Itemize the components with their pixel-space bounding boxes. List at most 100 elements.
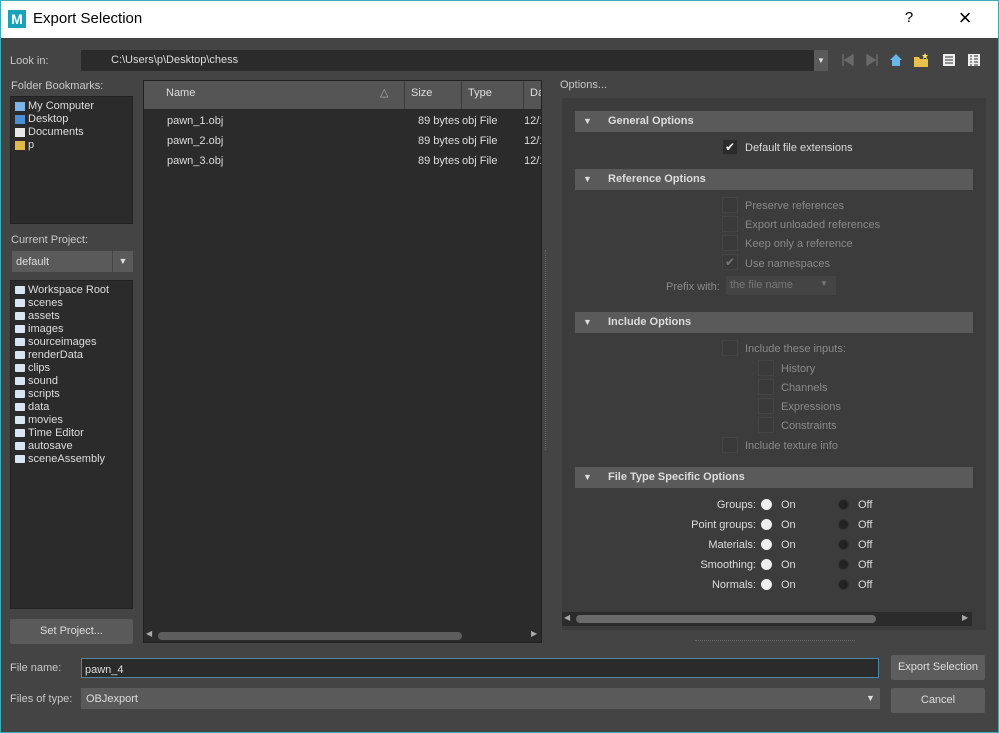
bookmark-desktop[interactable]: Desktop <box>15 113 128 126</box>
export-unloaded-checkbox[interactable] <box>722 216 738 232</box>
cancel-button[interactable]: Cancel <box>891 688 985 713</box>
list-view-icon[interactable] <box>941 52 957 68</box>
reference-options-header[interactable]: ▼ Reference Options <box>575 169 973 190</box>
prefix-select[interactable]: the file name ▼ <box>726 276 836 295</box>
bookmarks-list: My Computer Desktop Documents p <box>10 96 133 224</box>
materials-on-radio[interactable] <box>761 539 772 550</box>
options-hscrollbar[interactable]: ◀ ▶ <box>562 612 972 626</box>
help-button[interactable]: ? <box>898 9 920 29</box>
file-type: obj File <box>462 115 498 127</box>
folder-icon <box>15 377 25 386</box>
workspace-item[interactable]: sceneAssembly <box>15 453 128 466</box>
export-selection-button[interactable]: Export Selection <box>891 655 985 680</box>
window-title: Export Selection <box>33 10 143 27</box>
lookin-dropdown-button[interactable]: ▼ <box>814 50 828 71</box>
scroll-right-icon[interactable]: ▶ <box>962 613 968 622</box>
filetype-select[interactable]: OBJexport <box>81 688 861 709</box>
home-icon[interactable] <box>888 52 904 68</box>
smoothing-on-radio[interactable] <box>761 559 772 570</box>
texture-info-label: Include texture info <box>745 440 838 452</box>
normals-label: Normals: <box>711 579 756 591</box>
workspace-item[interactable]: assets <box>15 310 128 323</box>
point-groups-on-radio[interactable] <box>761 519 772 530</box>
scroll-right-icon[interactable]: ▶ <box>531 629 537 638</box>
workspace-item[interactable]: scripts <box>15 388 128 401</box>
workspace-item[interactable]: autosave <box>15 440 128 453</box>
close-button[interactable]: × <box>950 6 980 32</box>
file-row[interactable]: pawn_2.obj 89 bytes obj File 12/1 <box>144 131 541 151</box>
radio-off-label: Off <box>858 539 873 551</box>
workspace-item[interactable]: Workspace Root <box>15 284 128 297</box>
file-row[interactable]: pawn_1.obj 89 bytes obj File 12/1 <box>144 111 541 131</box>
include-inputs-checkbox[interactable] <box>722 340 738 356</box>
bookmark-my-computer[interactable]: My Computer <box>15 100 128 113</box>
column-header-date[interactable]: Da <box>524 81 541 109</box>
radio-on-label: On <box>781 579 796 591</box>
workspace-item[interactable]: renderData <box>15 349 128 362</box>
use-namespaces-checkbox[interactable]: ✔ <box>722 254 738 270</box>
materials-label: Materials: <box>708 539 756 551</box>
lookin-path-field[interactable]: C:\Users\p\Desktop\chess <box>81 50 814 71</box>
file-date: 12/1 <box>524 155 541 167</box>
file-list-hscrollbar[interactable]: ◀ ▶ <box>144 629 541 642</box>
bookmark-label: p <box>28 139 35 151</box>
general-options-header[interactable]: ▼ General Options <box>575 111 973 132</box>
scrollbar-thumb[interactable] <box>576 615 876 623</box>
history-checkbox[interactable] <box>758 360 774 376</box>
folder-label: autosave <box>28 440 73 452</box>
expressions-checkbox[interactable] <box>758 398 774 414</box>
column-header-size[interactable]: Size <box>405 81 462 109</box>
bookmark-p[interactable]: p <box>15 139 128 152</box>
workspace-item[interactable]: sound <box>15 375 128 388</box>
column-header-type[interactable]: Type <box>462 81 524 109</box>
detail-view-icon[interactable] <box>966 52 982 68</box>
folder-label: Time Editor <box>28 427 84 439</box>
groups-on-radio[interactable] <box>761 499 772 510</box>
file-type-options-header[interactable]: ▼ File Type Specific Options <box>575 467 973 488</box>
scrollbar-thumb[interactable] <box>158 632 462 640</box>
workspace-item[interactable]: sourceimages <box>15 336 128 349</box>
new-folder-icon[interactable] <box>913 52 929 68</box>
scroll-left-icon[interactable]: ◀ <box>146 629 152 638</box>
point-groups-off-radio[interactable] <box>838 519 849 530</box>
use-namespaces-label: Use namespaces <box>745 258 830 270</box>
prefix-with-label: Prefix with: <box>666 281 720 293</box>
keep-only-reference-checkbox[interactable] <box>722 235 738 251</box>
scroll-left-icon[interactable]: ◀ <box>564 613 570 622</box>
groups-off-radio[interactable] <box>838 499 849 510</box>
set-project-button[interactable]: Set Project... <box>10 619 133 644</box>
collapse-triangle-icon: ▼ <box>583 116 592 126</box>
texture-info-checkbox[interactable] <box>722 437 738 453</box>
back-icon[interactable] <box>840 52 856 68</box>
column-header-name[interactable]: Name △ <box>144 81 405 109</box>
smoothing-off-radio[interactable] <box>838 559 849 570</box>
folder-label: data <box>28 401 50 413</box>
workspace-item[interactable]: clips <box>15 362 128 375</box>
workspace-item[interactable]: data <box>15 401 128 414</box>
include-options-header[interactable]: ▼ Include Options <box>575 312 973 333</box>
folder-icon <box>15 312 25 321</box>
file-name: pawn_3.obj <box>167 155 224 167</box>
preserve-references-checkbox[interactable] <box>722 197 738 213</box>
bottom-splitter[interactable] <box>695 640 855 642</box>
workspace-item[interactable]: movies <box>15 414 128 427</box>
file-row[interactable]: pawn_3.obj 89 bytes obj File 12/1 <box>144 151 541 171</box>
forward-icon[interactable] <box>864 52 880 68</box>
collapse-triangle-icon: ▼ <box>583 174 592 184</box>
default-extensions-label: Default file extensions <box>745 142 853 154</box>
pane-splitter[interactable] <box>545 250 547 450</box>
bookmark-documents[interactable]: Documents <box>15 126 128 139</box>
project-dropdown-button[interactable]: ▼ <box>113 251 133 272</box>
workspace-item[interactable]: images <box>15 323 128 336</box>
materials-off-radio[interactable] <box>838 539 849 550</box>
filename-input[interactable] <box>81 658 879 678</box>
workspace-item[interactable]: scenes <box>15 297 128 310</box>
default-extensions-checkbox[interactable]: ✔ <box>722 139 738 155</box>
normals-on-radio[interactable] <box>761 579 772 590</box>
project-select[interactable]: default <box>12 251 112 272</box>
constraints-checkbox[interactable] <box>758 417 774 433</box>
normals-off-radio[interactable] <box>838 579 849 590</box>
channels-checkbox[interactable] <box>758 379 774 395</box>
filetype-dropdown-button[interactable]: ▼ <box>861 688 880 709</box>
workspace-item[interactable]: Time Editor <box>15 427 128 440</box>
